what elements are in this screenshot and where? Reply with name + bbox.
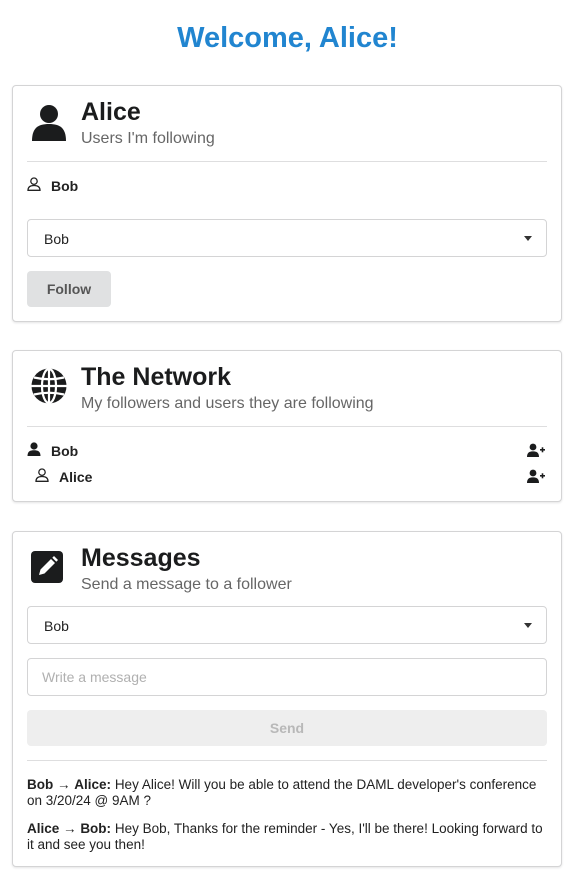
message-recipient: Alice:: [74, 777, 112, 792]
user-icon: [30, 103, 68, 146]
caret-down-icon: [524, 236, 532, 241]
network-subtitle: My followers and users they are followin…: [81, 395, 374, 412]
edit-icon: [30, 550, 64, 589]
network-member-name: Alice: [59, 469, 93, 485]
following-item: Bob: [27, 176, 547, 196]
message-sender: Alice: [27, 821, 60, 836]
arrow-icon: →: [63, 821, 77, 836]
network-member-row: Bob: [27, 441, 547, 461]
recipient-dropdown[interactable]: Bob: [27, 606, 547, 644]
messages-card: Messages Send a message to a follower Bo…: [12, 531, 562, 867]
message-sender: Bob: [27, 777, 54, 792]
caret-down-icon: [524, 623, 532, 628]
user-plus-icon[interactable]: [527, 469, 545, 488]
dropdown-value: Bob: [44, 618, 69, 634]
divider: [27, 161, 547, 162]
profile-card: Alice Users I'm following Bob Bob Follow: [12, 85, 562, 322]
follow-button[interactable]: Follow: [27, 271, 111, 307]
messages-title: Messages: [81, 544, 201, 572]
message-recipient: Bob:: [80, 821, 112, 836]
network-member-row: Alice: [27, 467, 547, 487]
user-solid-icon: [27, 442, 41, 461]
user-select-dropdown[interactable]: Bob: [27, 219, 547, 257]
network-member-name: Bob: [51, 443, 79, 459]
following-name: Bob: [51, 178, 79, 194]
divider: [27, 426, 547, 427]
message-item: Bob → Alice: Hey Alice! Will you be able…: [27, 777, 547, 809]
user-outline-icon: [27, 177, 41, 196]
messages-subtitle: Send a message to a follower: [81, 576, 292, 593]
divider: [27, 760, 547, 761]
profile-subtitle: Users I'm following: [81, 130, 215, 147]
profile-name: Alice: [81, 98, 141, 126]
network-card: The Network My followers and users they …: [12, 350, 562, 502]
arrow-icon: →: [57, 777, 71, 792]
network-title: The Network: [81, 363, 232, 391]
dropdown-value: Bob: [44, 231, 69, 247]
page-title: Welcome, Alice!: [177, 22, 398, 54]
message-item: Alice → Bob: Hey Bob, Thanks for the rem…: [27, 821, 547, 853]
send-button[interactable]: Send: [27, 710, 547, 746]
globe-icon: [30, 367, 68, 410]
user-plus-icon[interactable]: [527, 443, 545, 462]
message-input[interactable]: [27, 658, 547, 696]
user-outline-icon: [35, 468, 49, 487]
